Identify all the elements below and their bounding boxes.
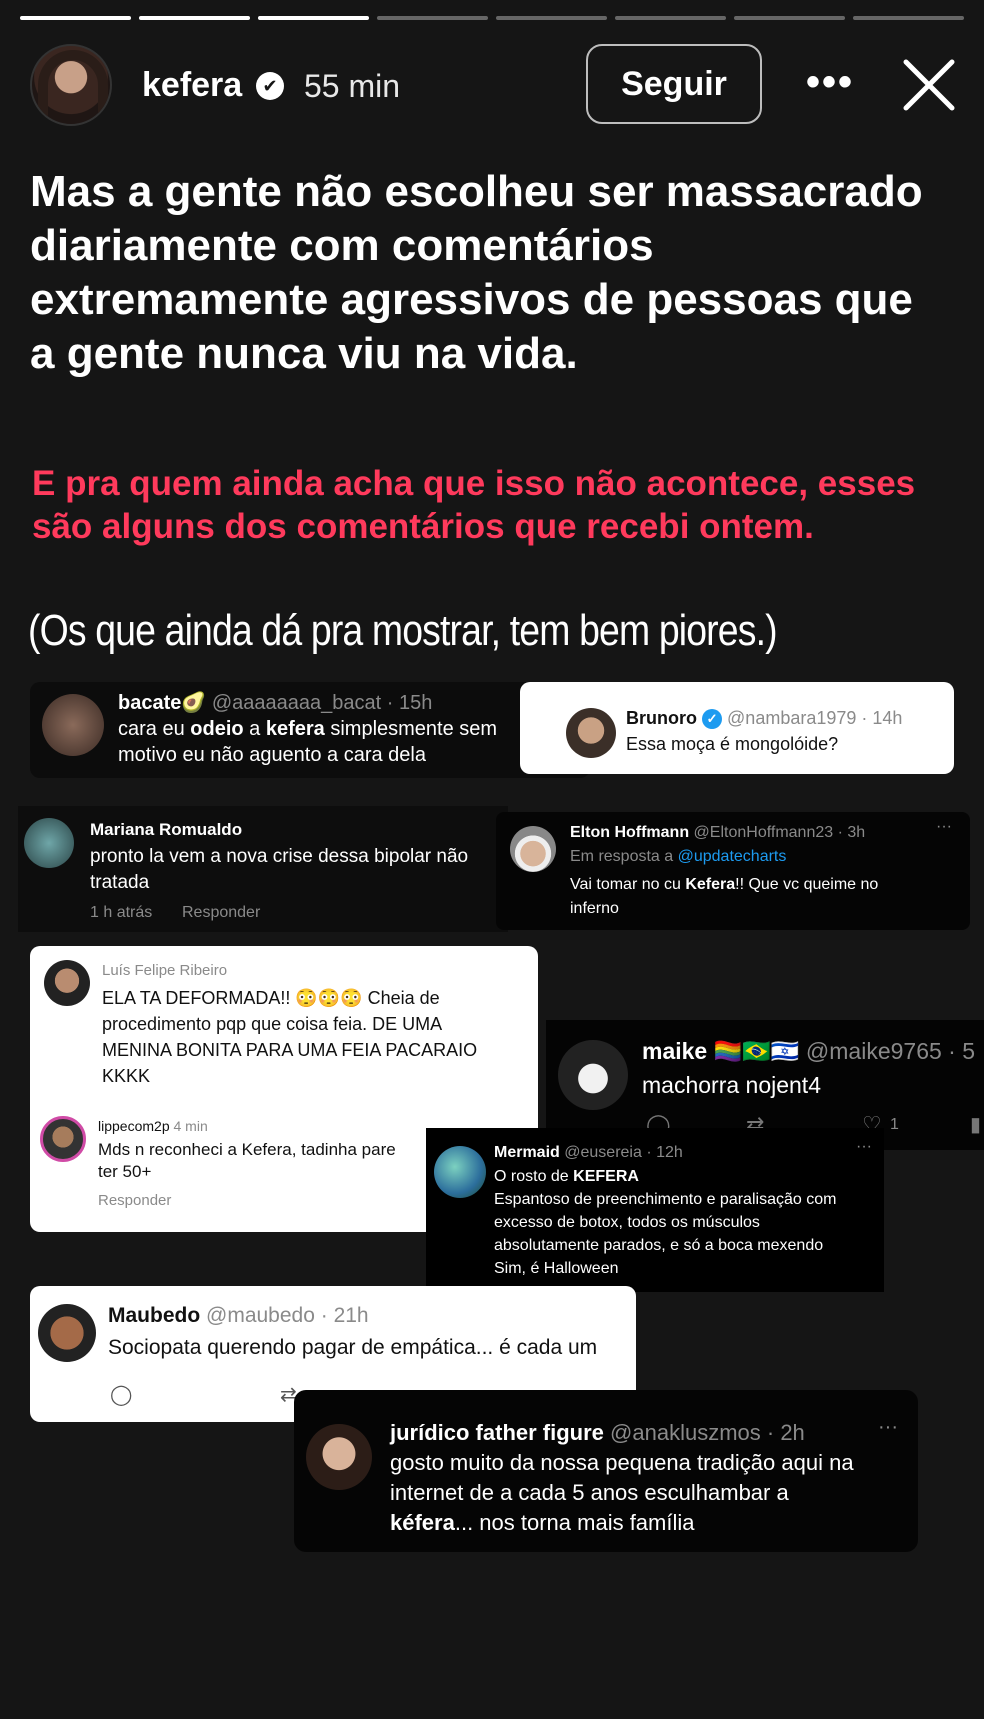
comment-text: cara eu odeio a kefera simplesmente sem <box>118 718 498 740</box>
username[interactable]: kefera <box>142 66 242 105</box>
comment-author: Maubedo <box>108 1304 201 1327</box>
comment-handle: @aaaaaaaa_bacat · 15h <box>211 692 433 714</box>
reply-context: Em resposta a @updatecharts <box>570 848 787 865</box>
comment-card-brunoro: Brunoro ✓ @nambara1979 · 14h Essa moça é… <box>520 682 954 774</box>
comment-text: tratada <box>90 872 150 893</box>
comment-handle: @anakluszmos · 2h <box>610 1420 805 1445</box>
comment-handle: @maubedo · 21h <box>206 1304 369 1327</box>
reply-icon[interactable]: ◯ <box>110 1382 132 1407</box>
comment-card-mariana: Mariana Romualdo pronto la vem a nova cr… <box>18 806 508 932</box>
comment-text: Espantoso de preenchimento e paralisação… <box>494 1191 837 1208</box>
comment-text: ter 50+ <box>98 1162 152 1181</box>
avatar <box>306 1424 372 1490</box>
avatar <box>42 694 104 756</box>
comment-text: Vai tomar no cu Kefera!! Que vc queime n… <box>570 876 879 893</box>
comment-text: Sim, é Halloween <box>494 1260 619 1277</box>
more-options-icon[interactable]: ··· <box>936 818 952 836</box>
like-count: 1 <box>890 1116 899 1133</box>
avatar <box>38 1304 96 1362</box>
comment-author: Mermaid <box>494 1144 560 1161</box>
comment-card-juridico: jurídico father figure @anakluszmos · 2h… <box>294 1390 918 1552</box>
comment-text: procedimento pqp que coisa feia. DE UMA <box>102 1014 443 1034</box>
story-progress-segment <box>615 16 726 20</box>
avatar[interactable] <box>30 44 112 126</box>
comment-handle: @EltonHoffmann23 · 3h <box>693 824 866 841</box>
comment-text: MENINA BONITA PARA UMA FEIA PACARAIO <box>102 1040 478 1060</box>
comment-card-bacate: bacate🥑 @aaaaaaaa_bacat · 15h cara eu od… <box>30 682 590 778</box>
comment-author: Elton Hoffmann <box>570 824 690 841</box>
avatar <box>434 1146 486 1198</box>
story-headline: Mas a gente não escolheu ser massacrado … <box>30 167 923 378</box>
comment-text: motivo eu não aguento a cara dela <box>118 744 426 766</box>
comment-text: Sociopata querendo pagar de empática... … <box>108 1336 598 1359</box>
avatar <box>24 818 74 868</box>
story-progress-segment <box>853 16 964 20</box>
avatar <box>558 1040 628 1110</box>
comment-text: machorra nojent4 <box>642 1072 821 1098</box>
stats-icon[interactable]: ▮ <box>970 1112 981 1137</box>
comment-author: Luís Felipe Ribeiro <box>102 962 228 979</box>
comment-text: O rosto de KEFERA <box>494 1168 639 1185</box>
comment-author: lippecom2p <box>98 1118 170 1134</box>
comment-time: 1 h atrás <box>90 904 153 921</box>
story-progress-bar <box>20 16 964 20</box>
comment-author: Mariana Romualdo <box>90 820 243 839</box>
comment-text: excesso de botox, todos os músculos <box>494 1214 760 1231</box>
comment-author: jurídico father figure <box>390 1420 604 1445</box>
comment-text: Essa moça é mongolóide? <box>626 734 839 754</box>
comment-text: ELA TA DEFORMADA!! 😳😳😳 Cheia de <box>102 988 440 1008</box>
story-progress-segment <box>20 16 131 20</box>
follow-button[interactable]: Seguir <box>586 44 762 124</box>
avatar <box>510 826 556 872</box>
comment-text: pronto la vem a nova crise dessa bipolar… <box>90 846 469 867</box>
comment-text: Mds n reconheci a Kefera, tadinha pare <box>98 1140 396 1159</box>
story-progress-segment <box>377 16 488 20</box>
comment-text: kéfera... nos torna mais família <box>390 1510 695 1535</box>
comment-handle: @maike9765 · 5 <box>805 1038 976 1064</box>
post-time: 55 min <box>304 68 401 104</box>
verified-icon: ✔ <box>256 72 284 100</box>
story-progress-segment <box>496 16 607 20</box>
verified-icon: ✓ <box>702 709 723 730</box>
comment-text: inferno <box>570 900 619 917</box>
comment-text: KKKK <box>102 1066 151 1086</box>
story-progress-segment <box>258 16 369 20</box>
story-highlight-text: E pra quem ainda acha que isso não acont… <box>32 464 916 546</box>
more-options-icon[interactable]: ··· <box>856 1138 872 1156</box>
comment-text: gosto muito da nossa pequena tradição aq… <box>390 1450 854 1475</box>
comment-author: maike 🏳️‍🌈🇧🇷🇮🇱 <box>642 1038 800 1064</box>
reply-link[interactable]: Responder <box>182 904 260 922</box>
avatar <box>40 1116 86 1162</box>
comment-handle: @nambara1979 · 14h <box>727 708 903 728</box>
avatar <box>44 960 90 1006</box>
comment-card-mermaid: Mermaid @eusereia · 12h ··· O rosto de K… <box>426 1128 884 1292</box>
comment-handle: @eusereia · 12h <box>564 1144 683 1161</box>
comment-card-elton: Elton Hoffmann @EltonHoffmann23 · 3h ···… <box>496 812 970 930</box>
more-options-icon[interactable]: ••• <box>806 60 854 105</box>
story-note: (Os que ainda dá pra mostrar, tem bem pi… <box>28 606 778 655</box>
comment-text: internet de a cada 5 anos esculhambar a <box>390 1480 789 1505</box>
comment-text: absolutamente parados, e só a boca mexen… <box>494 1237 824 1254</box>
comment-time: 4 min <box>173 1118 208 1134</box>
story-progress-segment <box>139 16 250 20</box>
avatar <box>566 708 616 758</box>
more-options-icon[interactable]: ··· <box>878 1416 898 1439</box>
reply-link[interactable]: Responder <box>98 1192 171 1209</box>
story-progress-segment <box>734 16 845 20</box>
comment-author: bacate🥑 <box>118 692 207 714</box>
comment-author: Brunoro <box>626 708 697 728</box>
close-icon[interactable] <box>900 56 958 114</box>
